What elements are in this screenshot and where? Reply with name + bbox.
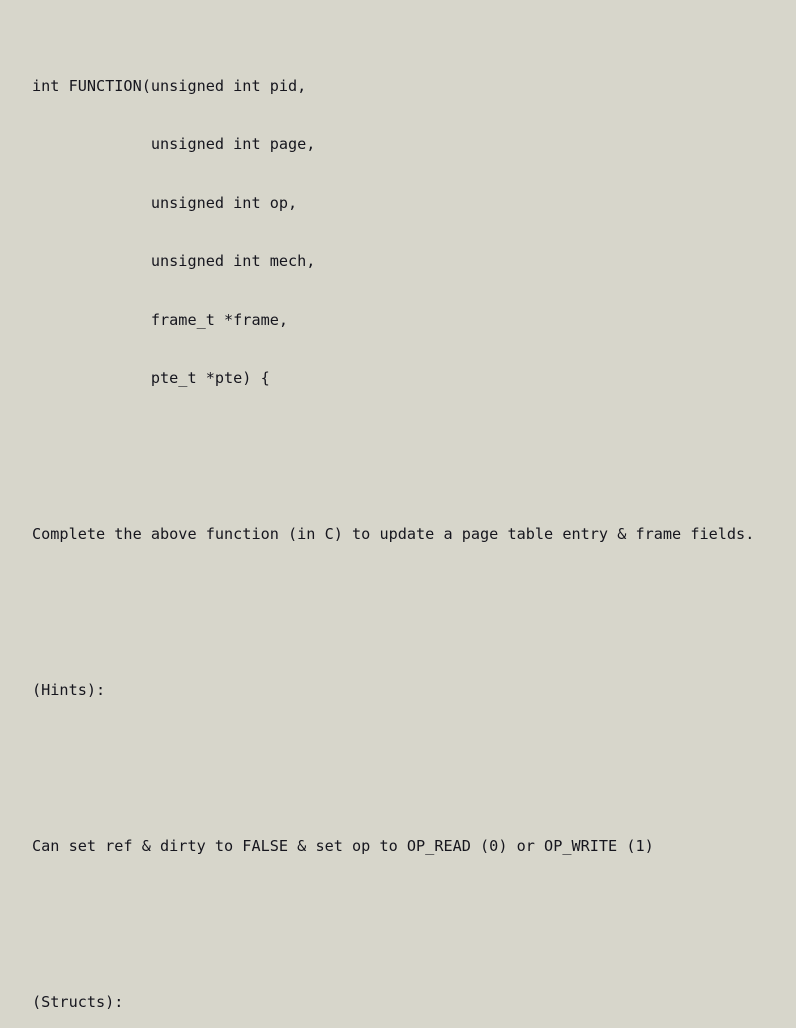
prompt-screen: int FUNCTION(unsigned int pid, unsigned … [0,0,796,1011]
spacer-1 [32,447,788,467]
function-signature-line-6: pte_t *pte) { [32,369,270,387]
spacer-4 [32,915,788,935]
instruction-text: Complete the above function (in C) to up… [32,525,755,543]
function-signature-line-1: int FUNCTION(unsigned int pid, [32,76,307,95]
spacer-2 [32,603,788,623]
structs-heading: (Structs): [32,993,124,1011]
function-signature-line-2: unsigned int page, [32,135,316,153]
hint-line: Can set ref & dirty to FALSE & set op to… [32,837,654,855]
hints-heading: (Hints): [32,681,106,699]
function-signature-line-5: frame_t *frame, [32,310,289,329]
function-signature-line-4: unsigned int mech, [32,252,316,270]
function-signature-line-3: unsigned int op, [32,193,298,212]
exercise-text: int FUNCTION(unsigned int pid, unsigned … [32,18,788,1028]
spacer-3 [32,759,788,779]
